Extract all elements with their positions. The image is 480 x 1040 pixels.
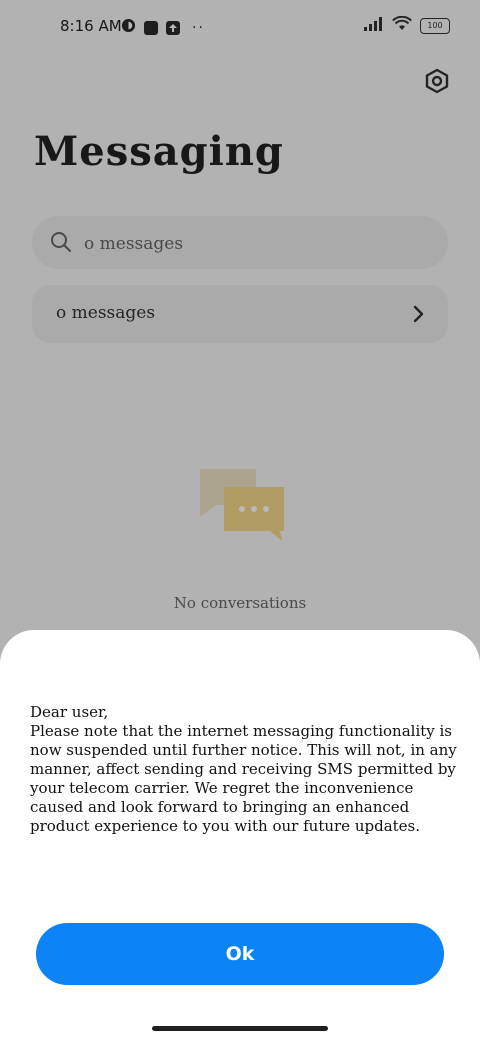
notice-dialog: Dear user, Please note that the internet… (0, 630, 480, 1040)
dialog-message: Dear user, Please note that the internet… (30, 703, 468, 836)
messaging-screen: 8:16 AM ·· 100 Messaging o messages o me… (0, 0, 480, 1040)
dialog-greeting: Dear user, (30, 703, 109, 721)
home-indicator[interactable] (152, 1026, 328, 1031)
ok-button[interactable]: Ok (36, 923, 444, 985)
dialog-body: Please note that the internet messaging … (30, 722, 457, 835)
